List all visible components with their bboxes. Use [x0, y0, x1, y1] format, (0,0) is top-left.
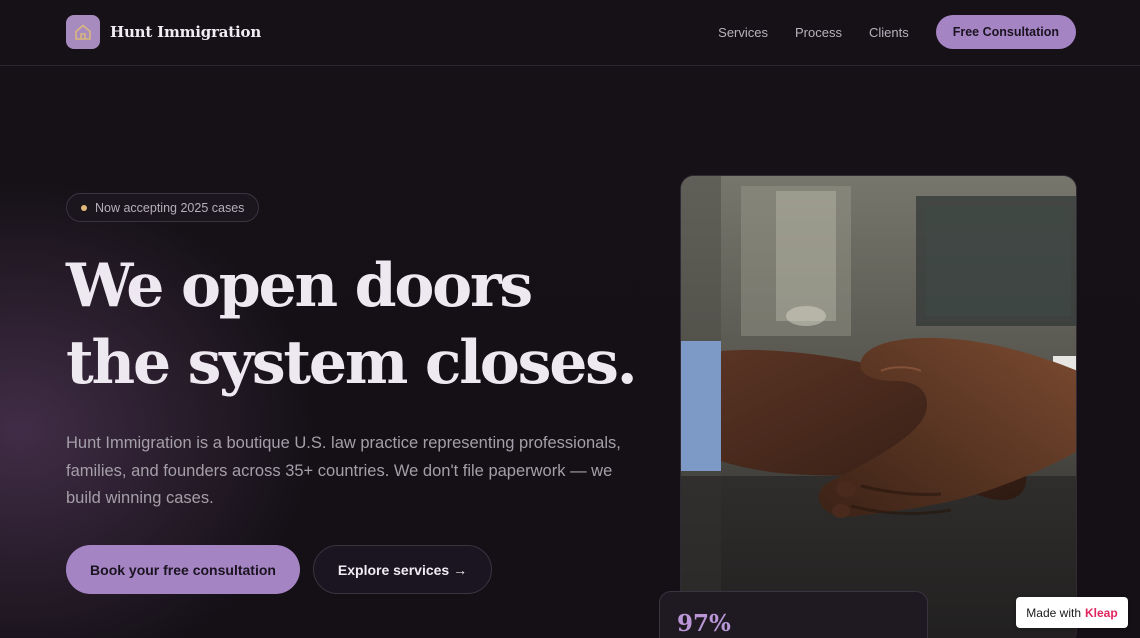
nav-link-services[interactable]: Services: [718, 25, 768, 40]
house-icon: [66, 15, 100, 49]
nav-link-process[interactable]: Process: [795, 25, 842, 40]
top-navigation: Hunt Immigration Services Process Client…: [0, 0, 1140, 66]
nav-link-clients[interactable]: Clients: [869, 25, 909, 40]
free-consultation-button[interactable]: Free Consultation: [935, 15, 1076, 49]
hero-headline-line-1: We open doors: [66, 251, 533, 321]
made-with-kleap-badge[interactable]: Made with Kleap: [1016, 597, 1128, 628]
explore-services-button[interactable]: Explore services →: [313, 545, 492, 594]
book-consultation-button[interactable]: Book your free consultation: [66, 545, 300, 594]
status-dot-icon: [81, 204, 87, 211]
stat-value: 97%: [677, 610, 731, 637]
nav-links: Services Process Clients Free Consultati…: [718, 15, 1076, 49]
made-with-label: Made with: [1026, 605, 1081, 620]
brand-name: Hunt Immigration: [110, 23, 262, 41]
status-badge-label: Now accepting 2025 cases: [95, 200, 245, 215]
hero-description: Hunt Immigration is a boutique U.S. law …: [66, 434, 621, 507]
status-badge: Now accepting 2025 cases: [66, 193, 260, 222]
hero-headline: We open doors the system closes.: [66, 248, 656, 402]
kleap-brand-label: Kleap: [1085, 605, 1118, 620]
handshake-photo: [680, 175, 1077, 638]
hero-headline-line-2: the system closes.: [66, 328, 638, 398]
brand[interactable]: Hunt Immigration: [66, 15, 261, 49]
stat-card: 97%: [659, 591, 928, 638]
